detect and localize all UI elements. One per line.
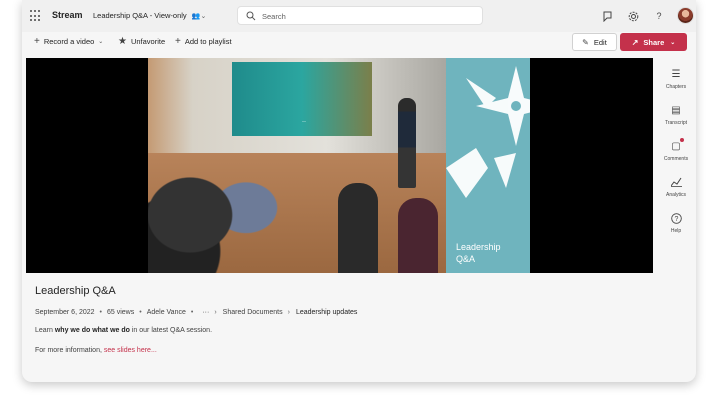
breadcrumb-current[interactable]: Leadership updates <box>296 309 358 316</box>
app-name[interactable]: Stream <box>52 10 83 20</box>
plus-icon: + <box>34 35 40 47</box>
slides-link[interactable]: see slides here... <box>104 347 157 354</box>
video-frame: — <box>148 58 446 273</box>
app-window: Stream Leadership Q&A - View-only 👥⌄ Sea… <box>22 0 696 382</box>
transcript-icon: ▤ <box>671 104 681 116</box>
author-name[interactable]: Adele Vance <box>147 309 186 316</box>
add-to-playlist-label: Add to playlist <box>184 37 232 46</box>
video-brand-panel: Leadership Q&A <box>446 58 530 273</box>
breadcrumb-folder[interactable]: Shared Documents <box>223 309 283 316</box>
analytics-icon <box>670 176 682 188</box>
chevron-right-icon: › <box>287 309 290 316</box>
right-rail: ☰ Chapters ▤ Transcript ▢ Comments Analy… <box>656 58 696 248</box>
rail-label: Chapters <box>665 84 687 90</box>
chapters-icon: ☰ <box>671 68 681 80</box>
video-player[interactable]: — Leadership Q&A <box>26 58 653 273</box>
star-icon: ★ <box>118 35 127 47</box>
comments-icon: ▢ <box>670 138 684 152</box>
document-title-text: Leadership Q&A - View-only <box>93 11 187 20</box>
brand-title-line1: Leadership <box>456 242 501 252</box>
edit-label: Edit <box>593 37 607 47</box>
share-icon: ↗ <box>631 37 639 47</box>
video-date: September 6, 2022 <box>35 309 95 316</box>
chevron-right-icon: › <box>214 309 217 316</box>
help-question-icon[interactable]: ? <box>652 9 666 23</box>
chevron-down-icon: ⌄ <box>670 39 676 46</box>
record-video-button[interactable]: + Record a video ⌄ <box>34 35 104 47</box>
plus-icon: + <box>175 35 181 47</box>
unfavorite-label: Unfavorite <box>130 37 166 46</box>
rail-item-help[interactable]: ? Help <box>656 206 696 240</box>
search-placeholder: Search <box>262 12 286 21</box>
unfavorite-button[interactable]: ★ Unfavorite <box>118 35 166 47</box>
view-count: 65 views <box>107 309 135 316</box>
svg-text:?: ? <box>674 216 678 223</box>
user-avatar[interactable] <box>677 7 694 24</box>
chevron-down-icon: ⌄ <box>98 39 104 45</box>
rail-label: Help <box>670 228 682 234</box>
desc-bold: why we do what we do <box>54 327 130 334</box>
settings-gear-icon[interactable] <box>626 9 640 23</box>
help-icon: ? <box>670 212 682 224</box>
video-description: Learn why we do what we do in our latest… <box>35 327 212 334</box>
search-icon <box>246 11 256 21</box>
document-title[interactable]: Leadership Q&A - View-only 👥⌄ <box>93 11 206 20</box>
rail-item-transcript[interactable]: ▤ Transcript <box>656 98 696 132</box>
more-prefix: For more information, <box>35 347 104 354</box>
people-chevron-icon[interactable]: 👥⌄ <box>192 12 207 20</box>
edit-button[interactable]: ✎ Edit <box>572 33 617 51</box>
video-metadata: September 6, 2022 • 65 views • Adele Van… <box>35 309 358 316</box>
share-button[interactable]: ↗ Share ⌄ <box>620 33 687 51</box>
pencil-icon: ✎ <box>582 37 589 47</box>
rail-label: Analytics <box>665 192 686 198</box>
app-launcher-icon[interactable] <box>30 10 42 22</box>
feedback-icon[interactable] <box>600 9 614 23</box>
desc-prefix: Learn <box>35 327 55 334</box>
video-title: Leadership Q&A <box>35 285 116 297</box>
more-info: For more information, see slides here... <box>35 347 157 354</box>
brand-title-line2: Q&A <box>456 254 476 264</box>
record-video-label: Record a video <box>43 37 95 46</box>
rail-label: Transcript <box>664 120 688 126</box>
search-box[interactable]: Search <box>237 6 483 25</box>
add-to-playlist-button[interactable]: + Add to playlist <box>175 35 232 47</box>
top-bar: Stream Leadership Q&A - View-only 👥⌄ Sea… <box>22 0 696 32</box>
share-label: Share <box>643 37 665 47</box>
rail-item-comments[interactable]: ▢ Comments <box>656 134 696 168</box>
video-brand-title: Leadership Q&A <box>456 241 501 265</box>
more-ellipsis-button[interactable]: ··· <box>202 309 209 316</box>
desc-suffix: in our latest Q&A session. <box>129 327 213 334</box>
rail-label: Comments <box>663 156 689 162</box>
command-bar: + Record a video ⌄ ★ Unfavorite + Add to… <box>22 32 696 54</box>
rail-item-chapters[interactable]: ☰ Chapters <box>656 62 696 96</box>
rail-item-analytics[interactable]: Analytics <box>656 170 696 204</box>
